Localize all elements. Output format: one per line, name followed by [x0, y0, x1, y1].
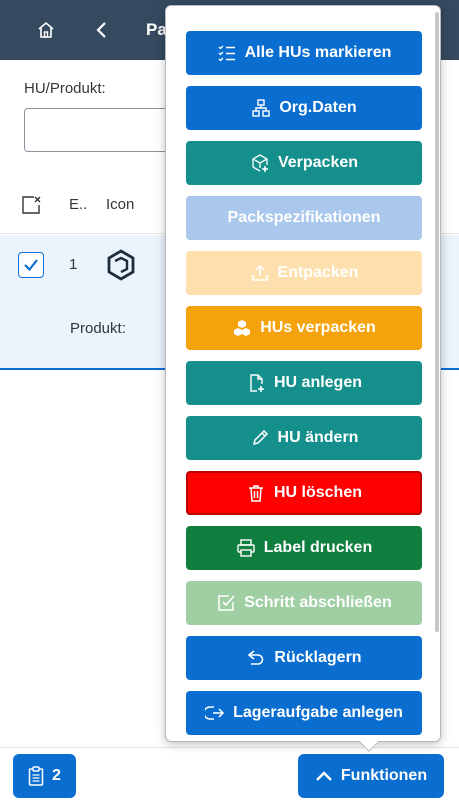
page-title: Pa [146, 20, 167, 39]
pack-button[interactable]: Verpacken [186, 141, 422, 185]
menu-item-label: HUs verpacken [260, 319, 376, 336]
org-data-button[interactable]: Org.Daten [186, 86, 422, 130]
package-add-icon [252, 154, 268, 172]
menu-item-label: Alle HUs markieren [244, 44, 392, 61]
print-label-button[interactable]: Label drucken [186, 526, 422, 570]
row-checkbox[interactable] [18, 252, 44, 278]
back-button[interactable] [84, 12, 120, 48]
menu-item-label: Schritt abschließen [244, 594, 392, 611]
edit-hu-button[interactable]: HU ändern [186, 416, 422, 460]
undo-icon [248, 650, 264, 665]
menu-item-label: Packspezifikationen [227, 209, 381, 226]
functions-menu: Alle HUs markieren Org.Daten Verpacken P… [186, 31, 422, 746]
checkmark-icon [24, 259, 38, 272]
product-field-label: Produkt: [70, 320, 126, 337]
clipboard-icon [28, 766, 44, 786]
row-number: 1 [69, 256, 78, 273]
task-count-button[interactable]: 2 [13, 754, 76, 798]
menu-item-label: Rücklagern [274, 649, 362, 666]
create-warehouse-task-button[interactable]: Lageraufgabe anlegen [186, 691, 422, 735]
menu-item-label: Lageraufgabe anlegen [233, 704, 403, 721]
deselect-all-button[interactable] [20, 194, 42, 221]
menu-item-label: Verpacken [277, 154, 359, 171]
pencil-icon [252, 429, 268, 446]
chevron-left-icon [96, 22, 106, 38]
menu-item-label: Org.Daten [279, 99, 357, 116]
complete-step-button[interactable]: Schritt abschließen [186, 581, 422, 625]
clear-selection-icon [22, 196, 41, 214]
trash-icon [248, 485, 263, 502]
menu-item-label: Entpacken [277, 264, 359, 281]
column-header-e[interactable]: E.. [69, 196, 87, 213]
list-check-icon [218, 45, 235, 62]
checkbox-icon [218, 595, 235, 611]
functions-button[interactable]: Funktionen [298, 754, 444, 798]
cubes-icon [234, 320, 251, 336]
document-add-icon [250, 374, 264, 392]
delete-hu-button[interactable]: HU löschen [186, 471, 422, 515]
column-header-icon[interactable]: Icon [106, 196, 134, 213]
menu-item-label: HU ändern [277, 429, 359, 446]
home-button[interactable] [28, 12, 64, 48]
hu-product-label: HU/Produkt: [24, 80, 106, 97]
menu-item-label: HU anlegen [273, 374, 362, 391]
create-hu-button[interactable]: HU anlegen [186, 361, 422, 405]
home-icon [38, 21, 54, 38]
printer-icon [237, 539, 255, 557]
exit-icon [205, 706, 225, 720]
pack-hus-button[interactable]: HUs verpacken [186, 306, 422, 350]
menu-item-label: HU löschen [273, 484, 362, 501]
mark-all-hus-button[interactable]: Alle HUs markieren [186, 31, 422, 75]
chevron-up-icon [316, 771, 332, 781]
org-chart-icon [252, 99, 271, 117]
unpack-button[interactable]: Entpacken [186, 251, 422, 295]
pack-specifications-button[interactable]: Packspezifikationen [186, 196, 422, 240]
return-to-stock-button[interactable]: Rücklagern [186, 636, 422, 680]
functions-label: Funktionen [340, 767, 428, 784]
menu-item-label: Label drucken [263, 539, 373, 556]
product-icon [104, 248, 138, 287]
upload-icon [251, 264, 268, 281]
popover-scrollbar[interactable] [435, 12, 439, 632]
task-count: 2 [52, 767, 61, 784]
